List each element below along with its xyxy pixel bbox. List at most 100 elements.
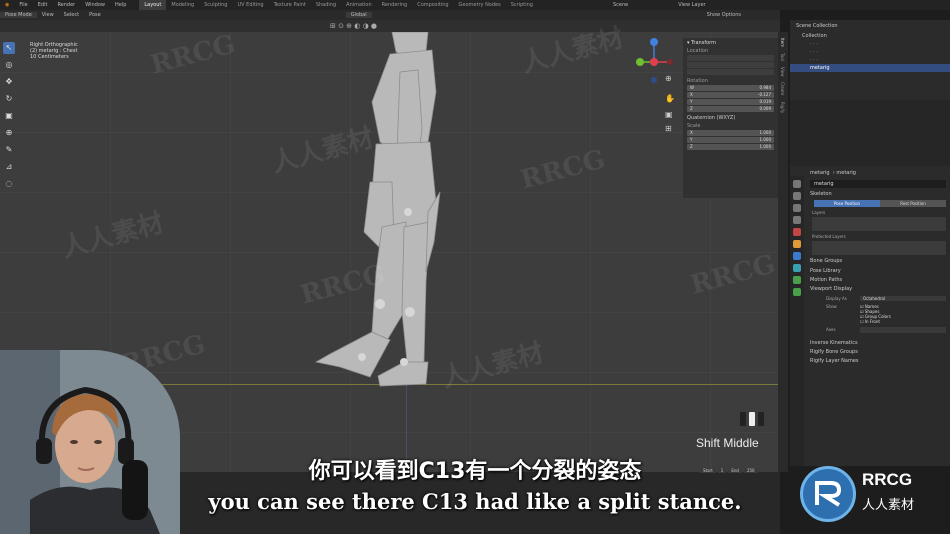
axis-label: W bbox=[690, 85, 694, 90]
outliner-item[interactable]: · · · bbox=[790, 40, 950, 48]
menu-pose[interactable]: Pose bbox=[84, 12, 106, 18]
display-as-dropdown[interactable]: Octahedral bbox=[860, 296, 946, 301]
rotation-y-field[interactable]: Y 0.019 bbox=[687, 99, 774, 105]
render-props-icon[interactable] bbox=[793, 192, 801, 200]
transform-tool-icon[interactable]: ⊕ bbox=[3, 127, 15, 139]
tab-sculpting[interactable]: Sculpting bbox=[199, 0, 232, 10]
tab-uv-editing[interactable]: UV Editing bbox=[232, 0, 268, 10]
transform-panel-header[interactable]: ▾ Transform bbox=[683, 38, 778, 48]
move-tool-icon[interactable]: ✥ bbox=[3, 76, 15, 88]
menu-window[interactable]: Window bbox=[80, 2, 110, 8]
tab-modeling[interactable]: Modeling bbox=[166, 0, 199, 10]
scale-tool-icon[interactable]: ▣ bbox=[3, 110, 15, 122]
tab-item[interactable]: Item bbox=[780, 38, 785, 47]
rotation-mode-select[interactable]: Quaternion (WXYZ) bbox=[683, 113, 778, 123]
location-y-field[interactable] bbox=[687, 62, 774, 68]
scale-z-field[interactable]: Z 1.000 bbox=[687, 144, 774, 150]
pan-hand-icon[interactable]: ✋ bbox=[665, 94, 675, 103]
field-value: 1.000 bbox=[759, 130, 771, 135]
protected-layers-grid[interactable] bbox=[812, 241, 946, 255]
outliner-item-collection[interactable]: Collection bbox=[790, 32, 950, 40]
section-motion-paths[interactable]: Motion Paths bbox=[790, 276, 950, 285]
annotate-tool-icon[interactable]: ✎ bbox=[3, 144, 15, 156]
layers-grid[interactable] bbox=[812, 217, 946, 231]
tab-geometry-nodes[interactable]: Geometry Nodes bbox=[454, 0, 506, 10]
section-rigify-bone-groups[interactable]: Rigify Bone Groups bbox=[790, 348, 950, 357]
modifier-props-icon[interactable] bbox=[793, 252, 801, 260]
tab-layout[interactable]: Layout bbox=[139, 0, 167, 10]
tab-texture-paint[interactable]: Texture Paint bbox=[269, 0, 311, 10]
transform-title: Transform bbox=[691, 40, 716, 46]
section-pose-library[interactable]: Pose Library bbox=[790, 267, 950, 276]
outliner-item[interactable]: · · · bbox=[790, 56, 950, 64]
rest-position-button[interactable]: Rest Position bbox=[880, 200, 946, 207]
tab-rigify[interactable]: Rigify bbox=[780, 102, 785, 113]
physics-props-icon[interactable] bbox=[793, 264, 801, 272]
outliner-item[interactable]: · · · bbox=[790, 48, 950, 56]
tab-compositing[interactable]: Compositing bbox=[412, 0, 453, 10]
scene-props-icon[interactable] bbox=[793, 216, 801, 224]
outliner-item-metarig[interactable]: metarig bbox=[790, 64, 950, 72]
tab-animation[interactable]: Animation bbox=[341, 0, 377, 10]
scale-x-field[interactable]: X 1.000 bbox=[687, 130, 774, 136]
cursor-tool-icon[interactable]: ◎ bbox=[3, 59, 15, 71]
mouse-icon bbox=[740, 412, 764, 426]
viewport-subheader: ⊞ ⊙ ⊕ ◐ ◑ ● bbox=[0, 20, 780, 32]
tab-rendering[interactable]: Rendering bbox=[377, 0, 413, 10]
menu-view[interactable]: View bbox=[37, 12, 59, 18]
tab-create[interactable]: Create bbox=[780, 82, 785, 95]
select-tool-icon[interactable]: ↖ bbox=[3, 42, 15, 54]
menu-render[interactable]: Render bbox=[52, 2, 80, 8]
section-viewport-display[interactable]: Viewport Display bbox=[790, 285, 950, 294]
pose-position-button[interactable]: Pose Position bbox=[814, 200, 880, 207]
object-props-icon[interactable] bbox=[793, 240, 801, 248]
tab-view[interactable]: View bbox=[780, 67, 785, 77]
menu-help[interactable]: Help bbox=[110, 2, 131, 8]
section-bone-groups[interactable]: Bone Groups bbox=[790, 255, 950, 267]
navigation-gizmo[interactable] bbox=[630, 36, 680, 86]
scene-selector[interactable]: Scene bbox=[608, 2, 633, 8]
checkbox-in-front[interactable]: ☐ In Front bbox=[860, 319, 950, 324]
tab-shading[interactable]: Shading bbox=[311, 0, 341, 10]
mode-selector[interactable]: Pose Mode bbox=[0, 12, 37, 18]
key-hint-text: Shift Middle bbox=[696, 436, 759, 450]
tool-props-icon[interactable] bbox=[793, 180, 801, 188]
rotation-x-field[interactable]: X -0.127 bbox=[687, 92, 774, 98]
armature-figure[interactable] bbox=[300, 32, 460, 392]
axis-label: X bbox=[690, 92, 693, 97]
rotate-tool-icon[interactable]: ↻ bbox=[3, 93, 15, 105]
menu-file[interactable]: File bbox=[14, 2, 32, 8]
tab-scripting[interactable]: Scripting bbox=[506, 0, 538, 10]
rotation-z-field[interactable]: Z 0.009 bbox=[687, 106, 774, 112]
section-skeleton[interactable]: Skeleton bbox=[790, 188, 950, 200]
bone-props-icon[interactable] bbox=[793, 288, 801, 296]
show-options-button[interactable]: Show Options bbox=[702, 12, 746, 18]
grid-view-icon[interactable]: ⊞ bbox=[665, 124, 672, 133]
output-props-icon[interactable] bbox=[793, 204, 801, 212]
tab-tool[interactable]: Tool bbox=[780, 53, 785, 61]
orientation-selector[interactable]: Global bbox=[345, 12, 372, 18]
armature-data-icon[interactable] bbox=[793, 276, 801, 284]
checkbox-label: In Front bbox=[864, 319, 880, 324]
menu-edit[interactable]: Edit bbox=[33, 2, 53, 8]
extra-tool-icon[interactable]: ◌ bbox=[3, 178, 15, 190]
armature-name-field[interactable]: metarig bbox=[810, 180, 946, 188]
menu-select[interactable]: Select bbox=[59, 12, 84, 18]
world-props-icon[interactable] bbox=[793, 228, 801, 236]
location-z-field[interactable] bbox=[687, 69, 774, 75]
camera-icon[interactable]: ▣ bbox=[665, 110, 673, 119]
axes-field[interactable] bbox=[860, 327, 946, 333]
axis-label: X bbox=[690, 130, 693, 135]
section-inverse-kinematics[interactable]: Inverse Kinematics bbox=[790, 339, 950, 348]
sidebar-n-panel: ▾ Transform Location Rotation W 0.984 X -0… bbox=[683, 38, 778, 198]
rotation-w-field[interactable]: W 0.984 bbox=[687, 85, 774, 91]
measure-tool-icon[interactable]: ⊿ bbox=[3, 161, 15, 173]
blender-logo-icon[interactable]: ◉ bbox=[0, 2, 14, 8]
location-x-field[interactable] bbox=[687, 55, 774, 61]
zoom-icon[interactable]: ⊕ bbox=[665, 74, 672, 83]
scale-y-field[interactable]: Y 1.000 bbox=[687, 137, 774, 143]
view-layer-selector[interactable]: View Layer bbox=[673, 2, 710, 8]
snap-icon[interactable]: ⊞ ⊙ ⊕ ◐ ◑ ● bbox=[330, 22, 377, 30]
scene-collection-label: Scene Collection bbox=[796, 23, 838, 29]
section-rigify-layer-names[interactable]: Rigify Layer Names bbox=[790, 357, 950, 366]
